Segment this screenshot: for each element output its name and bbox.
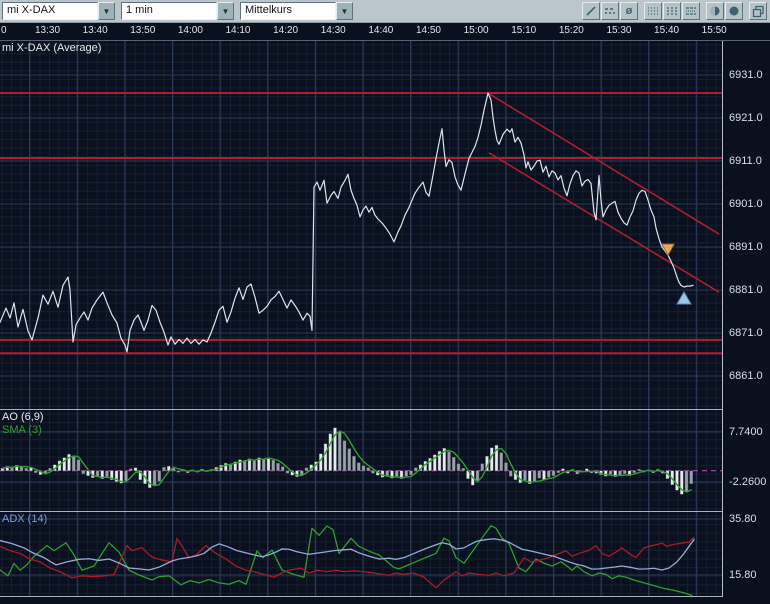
price-axis-value: 6901.0 — [729, 198, 763, 210]
price-axis-value: 6871.0 — [729, 327, 763, 339]
interval-combo: 1 min ▼ — [121, 2, 234, 20]
line-tool-button[interactable] — [582, 2, 600, 20]
line-tool-icon — [585, 5, 597, 17]
circle-full-button[interactable] — [725, 2, 743, 20]
filled-circle-icon — [728, 5, 740, 17]
time-label: 15:00 — [464, 25, 489, 36]
time-axis[interactable]: 0 13:30 13:40 13:50 14:00 14:10 14:20 14:30 14:4… — [0, 23, 770, 41]
ellipse-icon: ø — [626, 5, 633, 17]
adx-axis-value: 15.80 — [729, 569, 757, 581]
sma-indicator-label: SMA (3) — [2, 424, 42, 436]
grid-dots-icon — [647, 5, 659, 17]
price-type-dropdown-button[interactable]: ▼ — [336, 2, 353, 20]
grid-style-group — [644, 2, 701, 20]
cascade-windows-button[interactable] — [749, 2, 767, 20]
time-label: 15:40 — [654, 25, 679, 36]
chevron-down-icon: ▼ — [222, 7, 230, 16]
grid-style-3-button[interactable] — [682, 2, 700, 20]
ao-axis-value: 7.7400 — [729, 426, 763, 438]
toolbar: mi X-DAX ▼ 1 min ▼ Mittelkurs ▼ ø — [0, 0, 770, 23]
price-axis-value: 6921.0 — [729, 112, 763, 124]
time-label: 14:40 — [368, 25, 393, 36]
price-axis[interactable]: 6931.0 6921.0 6911.0 6901.0 6891.0 6881.0 6871… — [722, 41, 770, 597]
ao-indicator-panel[interactable] — [0, 410, 722, 511]
display-mode-group — [706, 2, 744, 20]
symbol-dropdown-button[interactable]: ▼ — [98, 2, 115, 20]
adx-axis-value: 35.80 — [729, 513, 757, 525]
time-label: 14:50 — [416, 25, 441, 36]
price-axis-value: 6891.0 — [729, 241, 763, 253]
symbol-select[interactable]: mi X-DAX — [2, 2, 98, 20]
time-label: 15:30 — [606, 25, 631, 36]
ellipse-tool-button[interactable]: ø — [620, 2, 638, 20]
interval-select[interactable]: 1 min — [121, 2, 217, 20]
half-circle-icon — [709, 5, 721, 17]
time-label: 14:00 — [178, 25, 203, 36]
time-label: 14:30 — [321, 25, 346, 36]
grid-dashes-icon — [666, 5, 678, 17]
chevron-down-icon: ▼ — [103, 7, 111, 16]
price-axis-value: 6911.0 — [729, 155, 762, 167]
price-type-select[interactable]: Mittelkurs — [240, 2, 336, 20]
symbol-combo: mi X-DAX ▼ — [2, 2, 115, 20]
ao-axis-value: -2.2600 — [729, 476, 766, 488]
panel-separator — [0, 511, 770, 512]
time-label: 15:10 — [511, 25, 536, 36]
chevron-down-icon: ▼ — [341, 7, 349, 16]
chart-symbol-label: mi X-DAX (Average) — [2, 42, 101, 54]
grid-style-2-button[interactable] — [663, 2, 681, 20]
grid-mixed-icon — [685, 5, 697, 17]
price-axis-value: 6881.0 — [729, 284, 763, 296]
window-group — [749, 2, 768, 20]
time-label: 0 — [1, 25, 7, 36]
dashed-trendline-button[interactable] — [601, 2, 619, 20]
price-axis-value: 6931.0 — [729, 69, 763, 81]
time-label: 14:10 — [225, 25, 250, 36]
price-axis-value: 6861.0 — [729, 370, 763, 382]
time-label: 15:50 — [702, 25, 727, 36]
buy-signal-marker — [677, 292, 691, 304]
grid-style-1-button[interactable] — [644, 2, 662, 20]
adx-indicator-panel[interactable] — [0, 512, 722, 596]
circle-half-button[interactable] — [706, 2, 724, 20]
dashed-line-icon — [604, 5, 616, 17]
price-type-combo: Mittelkurs ▼ — [240, 2, 353, 20]
panel-separator — [0, 596, 770, 597]
main-price-chart[interactable] — [0, 41, 722, 410]
panel-separator — [0, 409, 770, 410]
cascade-windows-icon — [752, 5, 765, 18]
time-label: 13:50 — [130, 25, 155, 36]
interval-dropdown-button[interactable]: ▼ — [217, 2, 234, 20]
time-label: 13:30 — [35, 25, 60, 36]
time-label: 15:20 — [559, 25, 584, 36]
time-label: 14:20 — [273, 25, 298, 36]
ao-indicator-label: AO (6,9) — [2, 411, 44, 423]
time-label: 13:40 — [83, 25, 108, 36]
drawing-tools-group: ø — [582, 2, 639, 20]
adx-indicator-label: ADX (14) — [2, 513, 47, 525]
